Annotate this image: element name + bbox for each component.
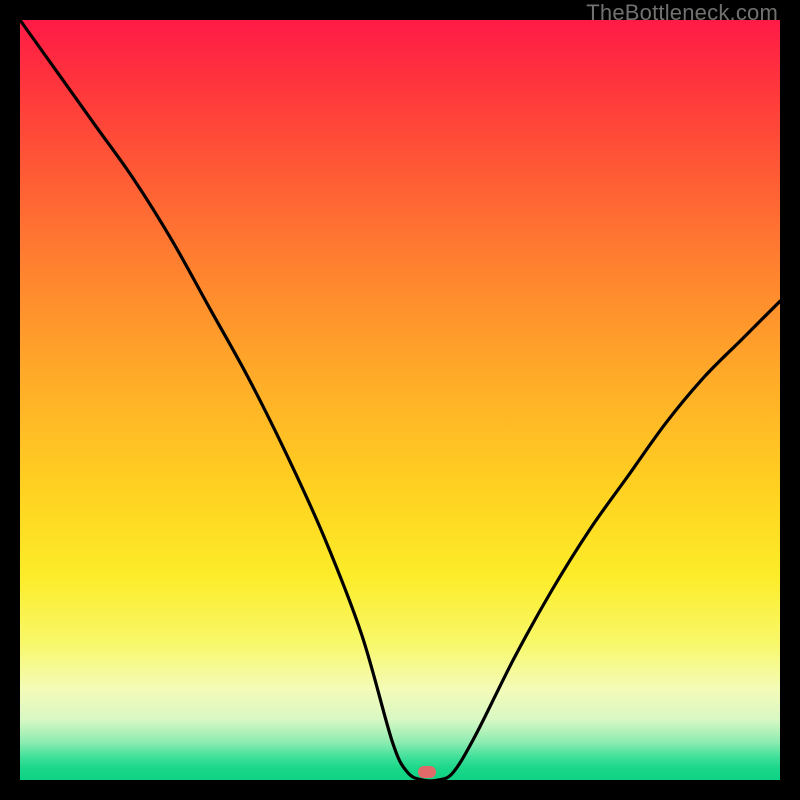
plot-area [20,20,780,780]
chart-frame: TheBottleneck.com [0,0,800,800]
bottleneck-curve [20,20,780,780]
watermark-text: TheBottleneck.com [586,0,778,26]
optimal-point-marker [418,766,436,778]
